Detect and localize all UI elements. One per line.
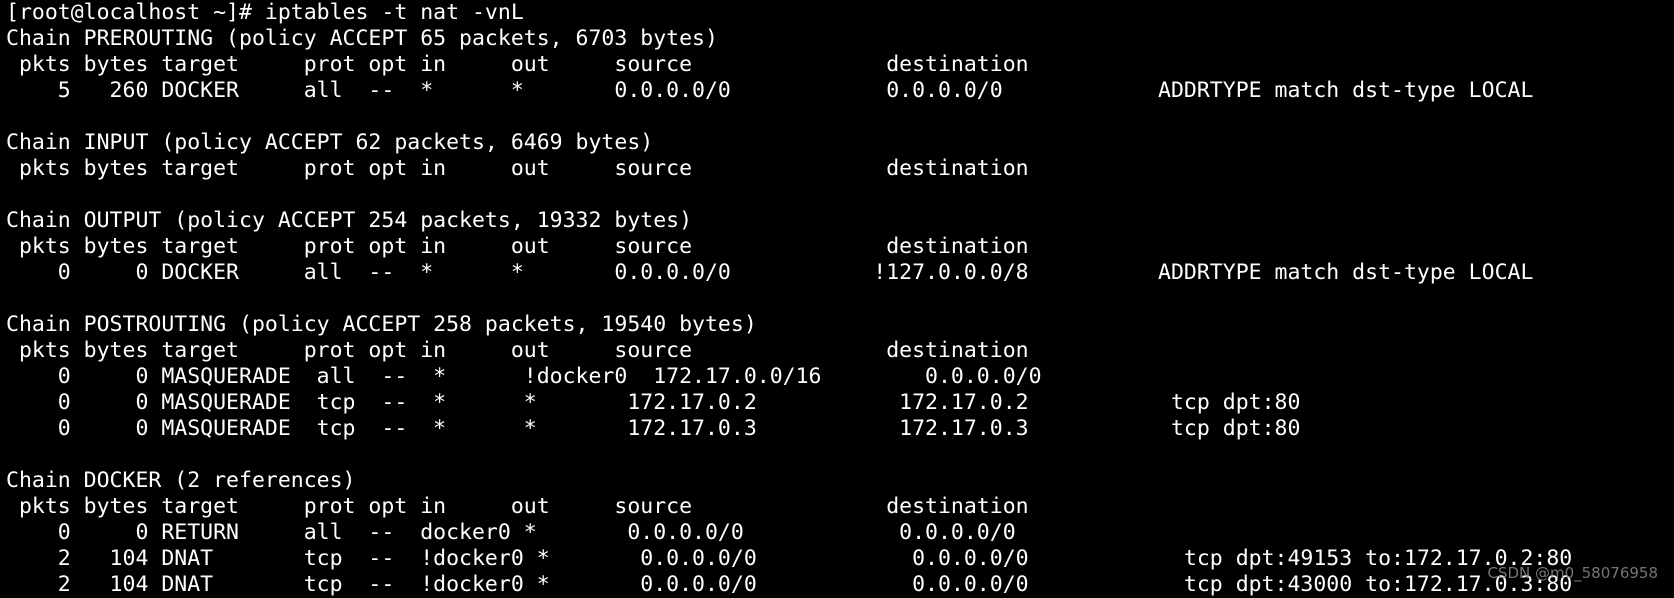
terminal-line-rule: 5 260 DOCKER all -- * * 0.0.0.0/0 0.0.0.… — [6, 78, 1534, 103]
terminal-line-chain-docker-header: Chain DOCKER (2 references) — [6, 468, 356, 493]
terminal-line-column-headers: pkts bytes target prot opt in out source… — [6, 156, 1029, 181]
terminal-line-column-headers: pkts bytes target prot opt in out source… — [6, 234, 1029, 259]
terminal-line-chain-prerouting-header: Chain PREROUTING (policy ACCEPT 65 packe… — [6, 26, 718, 51]
terminal-line-chain-postrouting-header: Chain POSTROUTING (policy ACCEPT 258 pac… — [6, 312, 757, 337]
terminal-line-rule: 0 0 DOCKER all -- * * 0.0.0.0/0 !127.0.0… — [6, 260, 1534, 285]
terminal-line-rule: 2 104 DNAT tcp -- !docker0 * 0.0.0.0/0 0… — [6, 546, 1573, 571]
terminal-line-chain-input-header: Chain INPUT (policy ACCEPT 62 packets, 6… — [6, 130, 654, 155]
terminal-line-rule: 0 0 MASQUERADE tcp -- * * 172.17.0.3 172… — [6, 416, 1301, 441]
terminal-window[interactable]: [root@localhost ~]# iptables -t nat -vnL… — [0, 0, 1674, 598]
terminal-line-column-headers: pkts bytes target prot opt in out source… — [6, 338, 1029, 363]
terminal-line-chain-output-header: Chain OUTPUT (policy ACCEPT 254 packets,… — [6, 208, 693, 233]
terminal-line-rule: 0 0 MASQUERADE tcp -- * * 172.17.0.2 172… — [6, 390, 1301, 415]
terminal-line-rule: 0 0 MASQUERADE all -- * !docker0 172.17.… — [6, 364, 1042, 389]
terminal-line-column-headers: pkts bytes target prot opt in out source… — [6, 494, 1029, 519]
terminal-output: [root@localhost ~]# iptables -t nat -vnL… — [0, 0, 1674, 598]
csdn-watermark: CSDN @m0_58076958 — [1487, 564, 1658, 582]
terminal-line-command-prompt: [root@localhost ~]# iptables -t nat -vnL — [6, 0, 524, 25]
terminal-line-column-headers: pkts bytes target prot opt in out source… — [6, 52, 1029, 77]
terminal-line-rule: 2 104 DNAT tcp -- !docker0 * 0.0.0.0/0 0… — [6, 572, 1573, 597]
terminal-line-rule: 0 0 RETURN all -- docker0 * 0.0.0.0/0 0.… — [6, 520, 1016, 545]
